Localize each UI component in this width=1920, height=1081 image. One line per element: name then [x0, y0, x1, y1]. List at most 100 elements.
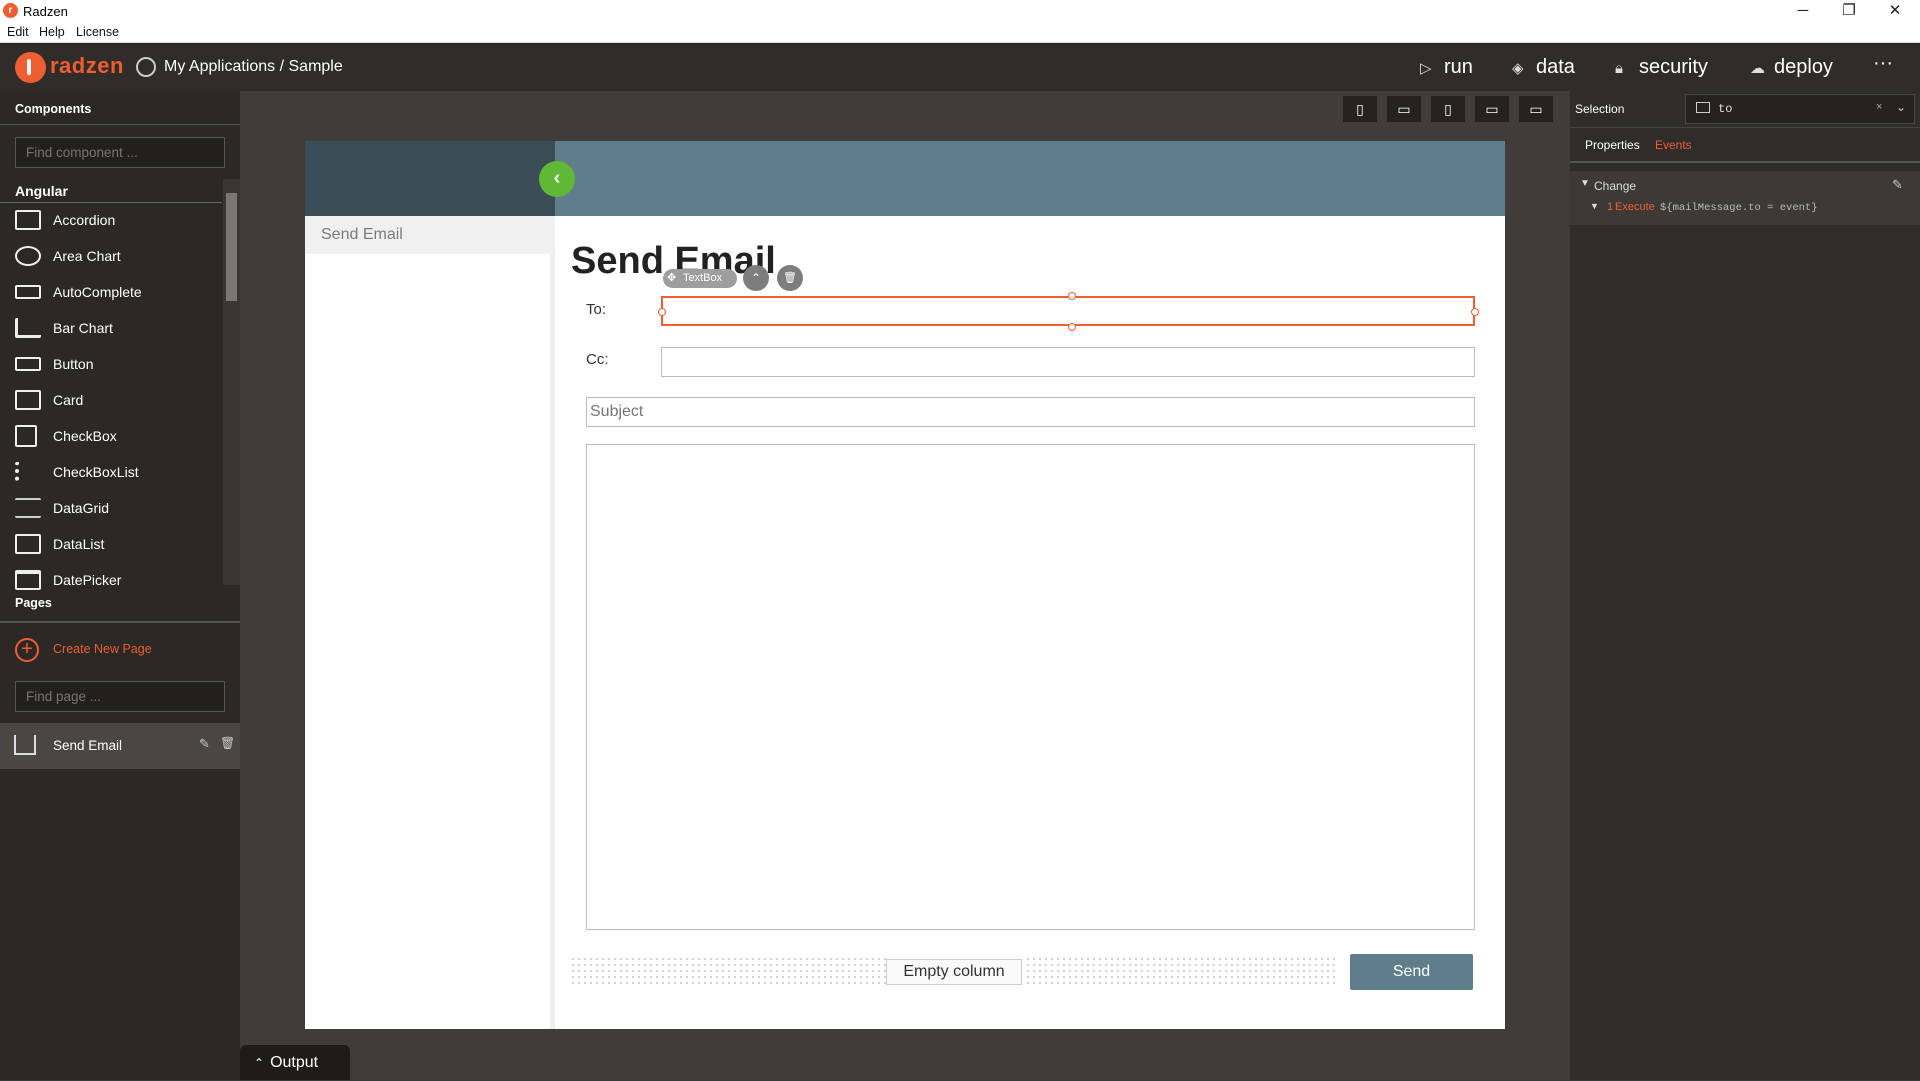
message-textarea[interactable] [586, 444, 1475, 930]
component-item-bar-chart[interactable]: Bar Chart [0, 310, 222, 346]
subject-input[interactable] [586, 397, 1475, 427]
component-label: Card [53, 392, 84, 408]
page-sidebar: Send Email [305, 216, 555, 1029]
menu-bar: Edit Help License [0, 22, 1920, 43]
component-item-autocomplete[interactable]: AutoComplete [0, 274, 222, 310]
component-item-checkbox[interactable]: CheckBox [0, 418, 222, 454]
security-label: security [1639, 56, 1708, 78]
brand-name[interactable]: radzen [50, 53, 124, 79]
security-button[interactable]: 🔒︎ security [1615, 56, 1708, 79]
more-button[interactable]: ··· [1873, 52, 1893, 75]
device-phone-landscape-button[interactable]: ▭ [1387, 96, 1421, 122]
device-desktop-button[interactable]: ▭ [1519, 96, 1553, 122]
page-canvas: ‹ Send Email Send Email TextBox ✥ ⌃ 🗑︎ T… [305, 141, 1505, 1029]
deploy-label: deploy [1774, 56, 1833, 78]
tab-properties[interactable]: Properties [1585, 138, 1640, 152]
resize-handle[interactable] [1068, 323, 1076, 331]
sidebar-toggle-button[interactable]: ‹ [539, 161, 575, 197]
chevron-down-icon[interactable]: ⌄ [1896, 100, 1906, 114]
delete-component-button[interactable]: 🗑︎ [777, 265, 803, 291]
resize-handle[interactable] [1068, 292, 1076, 300]
add-page-icon[interactable]: + [15, 638, 39, 662]
action-code[interactable]: ${mailMessage.to = event} [1660, 202, 1818, 214]
bar-chart-icon [15, 318, 41, 338]
menu-help[interactable]: Help [39, 25, 65, 39]
divider [0, 124, 240, 125]
angular-group-label: Angular [15, 183, 68, 199]
find-component-input[interactable] [15, 137, 225, 168]
component-label: DatePicker [53, 572, 122, 588]
menu-license[interactable]: License [76, 25, 119, 39]
device-phone-portrait-button[interactable]: ▯ [1343, 96, 1377, 122]
component-label: CheckBox [53, 428, 117, 444]
device-tablet-portrait-button[interactable]: ▯ [1431, 96, 1465, 122]
divider [1570, 161, 1920, 163]
action-index: 1 [1607, 201, 1614, 213]
resize-handle[interactable] [658, 308, 666, 316]
empty-column-placeholder[interactable]: Empty column [886, 959, 1022, 985]
page-item-label: Send Email [53, 738, 123, 753]
button-icon [15, 357, 41, 371]
close-button[interactable]: ✕ [1872, 0, 1918, 22]
delete-icon[interactable]: 🗑︎ [220, 736, 235, 750]
layers-icon: ◈ [1512, 60, 1524, 77]
data-button[interactable]: ◈ data [1512, 56, 1575, 79]
cc-input[interactable] [661, 347, 1475, 377]
select-parent-button[interactable]: ⌃ [743, 265, 769, 291]
output-label: Output [270, 1054, 319, 1071]
move-icon[interactable]: ✥ [667, 271, 676, 284]
to-input[interactable] [661, 296, 1475, 326]
area-chart-icon [15, 246, 41, 266]
edit-event-icon[interactable]: ✎ [1892, 177, 1903, 193]
component-item-accordion[interactable]: Accordion [0, 202, 222, 238]
create-new-page-link[interactable]: Create New Page [53, 642, 152, 656]
restore-button[interactable]: ❐ [1826, 0, 1872, 22]
components-scrollbar-thumb[interactable] [226, 193, 237, 301]
lock-icon: 🔒︎ [1615, 60, 1623, 77]
empty-column-area [570, 956, 890, 988]
selection-dropdown[interactable]: to × ⌄ [1685, 94, 1915, 124]
page-nav-item-send-email[interactable]: Send Email [305, 216, 555, 254]
output-tab[interactable]: ⌃ Output [240, 1045, 350, 1080]
component-item-area-chart[interactable]: Area Chart [0, 238, 222, 274]
components-label: Components [15, 102, 92, 116]
component-item-datagrid[interactable]: DataGrid [0, 490, 222, 526]
component-type-label: TextBox [683, 272, 723, 284]
window-titlebar: r Radzen ─ ❐ ✕ [0, 0, 1920, 22]
component-item-datepicker[interactable]: DatePicker [0, 562, 222, 598]
divider [0, 621, 240, 623]
selection-label: Selection [1575, 102, 1625, 116]
component-label: Accordion [53, 212, 116, 228]
component-item-checkbox-list[interactable]: CheckBoxList [0, 454, 222, 490]
cc-label: Cc: [586, 351, 609, 368]
window-title: Radzen [23, 4, 68, 19]
collapse-triangle-icon[interactable]: ▼ [1590, 201, 1599, 211]
breadcrumb[interactable]: My Applications / Sample [164, 58, 343, 76]
menu-edit[interactable]: Edit [7, 25, 29, 39]
device-tablet-landscape-button[interactable]: ▭ [1475, 96, 1509, 122]
run-button[interactable]: ▷ run [1420, 56, 1473, 79]
event-change-panel[interactable]: ▼ Change ✎ ▼ 1 Execute ${mailMessage.to … [1570, 171, 1920, 225]
accordion-icon [15, 210, 41, 230]
component-item-card[interactable]: Card [0, 382, 222, 418]
dashboard-icon [136, 57, 156, 77]
event-name: Change [1594, 179, 1637, 193]
app-header: radzen My Applications / Sample ▷ run ◈ da… [0, 43, 1920, 91]
component-label: DataList [53, 536, 105, 552]
tab-events[interactable]: Events [1655, 138, 1692, 152]
send-button[interactable]: Send [1350, 954, 1473, 990]
edit-icon[interactable]: ✎ [199, 736, 210, 752]
page-item-send-email[interactable]: Send Email ✎ 🗑︎ [0, 723, 240, 769]
radzen-logo-icon[interactable] [15, 52, 46, 83]
find-page-input[interactable] [15, 681, 225, 712]
cloud-upload-icon: ☁ [1750, 60, 1765, 77]
deploy-button[interactable]: ☁ deploy [1750, 56, 1833, 79]
action-type[interactable]: Execute [1615, 201, 1655, 213]
minimize-button[interactable]: ─ [1780, 0, 1826, 22]
clear-icon[interactable]: × [1876, 101, 1882, 113]
component-item-button[interactable]: Button [0, 346, 222, 382]
play-icon: ▷ [1420, 60, 1432, 77]
collapse-triangle-icon[interactable]: ▼ [1580, 178, 1590, 189]
resize-handle[interactable] [1471, 308, 1479, 316]
component-item-datalist[interactable]: DataList [0, 526, 222, 562]
